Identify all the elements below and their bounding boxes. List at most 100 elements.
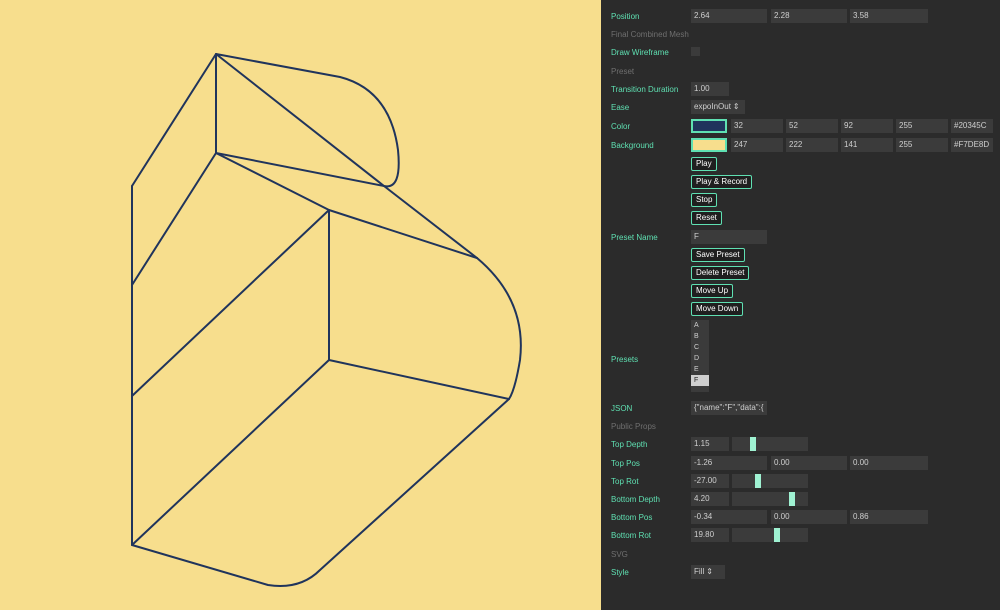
background-label: Background (611, 141, 654, 150)
preset-name-label: Preset Name (611, 233, 658, 242)
transition-label: Transition Duration (611, 85, 679, 94)
ease-label: Ease (611, 103, 630, 112)
bottom-pos-x-field[interactable]: -0.34 (691, 510, 767, 524)
style-label: Style (611, 568, 629, 577)
bottom-depth-field[interactable]: 4.20 (691, 492, 729, 506)
bottom-pos-row: Bottom Pos -0.34 0.00 0.86 (601, 510, 1000, 524)
presets-label: Presets (611, 355, 639, 364)
bottom-rot-label: Bottom Rot (611, 531, 652, 540)
presets-listbox[interactable]: A B C D E F (691, 320, 709, 392)
bottom-depth-row: Bottom Depth 4.20 (601, 492, 1000, 506)
draw-wireframe-checkbox[interactable] (691, 47, 700, 56)
controls-panel: Position 2.64 2.28 3.58 Final Combined M… (601, 0, 1000, 610)
ease-select[interactable]: expoInOut ⇕ (691, 100, 745, 114)
ease-row: Ease expoInOut ⇕ (601, 100, 1000, 114)
wireframe-shape (131, 53, 522, 587)
color-g-field[interactable]: 52 (786, 119, 838, 133)
color-r-field[interactable]: 32 (731, 119, 783, 133)
background-b-field[interactable]: 141 (841, 138, 893, 152)
position-x-field[interactable]: 2.64 (691, 9, 767, 23)
preset-section-label: Preset (611, 67, 635, 76)
top-rot-thumb[interactable] (755, 474, 762, 488)
move-down-button[interactable]: Move Down (691, 302, 744, 316)
background-swatch[interactable] (691, 138, 727, 152)
save-preset-button[interactable]: Save Preset (691, 248, 745, 262)
move-up-button[interactable]: Move Up (691, 284, 734, 298)
list-item[interactable]: C (691, 342, 709, 353)
preset-name-row: Preset Name F (601, 230, 1000, 244)
list-item[interactable]: D (691, 353, 709, 364)
top-pos-label: Top Pos (611, 459, 640, 468)
draw-wireframe-row: Draw Wireframe (601, 45, 1000, 59)
bottom-pos-y-field[interactable]: 0.00 (771, 510, 847, 524)
bottom-rot-slider[interactable] (732, 528, 808, 542)
position-row: Position 2.64 2.28 3.58 (601, 9, 1000, 23)
public-props-row: Public Props (601, 419, 1000, 433)
list-item[interactable]: E (691, 364, 709, 375)
background-g-field[interactable]: 222 (786, 138, 838, 152)
top-pos-row: Top Pos -1.26 0.00 0.00 (601, 456, 1000, 470)
top-rot-label: Top Rot (611, 477, 639, 486)
top-rot-row: Top Rot -27.00 (601, 474, 1000, 488)
top-depth-slider[interactable] (732, 437, 808, 451)
bottom-pos-label: Bottom Pos (611, 513, 653, 522)
transition-row: Transition Duration 1.00 (601, 82, 1000, 96)
position-z-field[interactable]: 3.58 (850, 9, 928, 23)
background-row: Background 247 222 141 255 #F7DE8D (601, 138, 1000, 152)
final-mesh-row: Final Combined Mesh (601, 27, 1000, 41)
background-hex-field[interactable]: #F7DE8D (951, 138, 993, 152)
top-rot-field[interactable]: -27.00 (691, 474, 729, 488)
style-row: Style Fill ⇕ (601, 565, 1000, 579)
bottom-rot-field[interactable]: 19.80 (691, 528, 729, 542)
style-value: Fill (694, 567, 705, 576)
position-y-field[interactable]: 2.28 (771, 9, 847, 23)
color-row: Color 32 52 92 255 #20345C (601, 119, 1000, 133)
json-row: JSON {"name":"F","data":{ (601, 401, 1000, 415)
list-item[interactable]: B (691, 331, 709, 342)
list-item-selected[interactable]: F (691, 375, 709, 386)
color-hex-field[interactable]: #20345C (951, 119, 993, 133)
color-b-field[interactable]: 92 (841, 119, 893, 133)
stop-button[interactable]: Stop (691, 193, 718, 207)
bottom-depth-thumb[interactable] (789, 492, 796, 506)
final-mesh-label: Final Combined Mesh (611, 30, 689, 39)
position-label: Position (611, 12, 640, 21)
updown-arrows-icon: ⇕ (732, 102, 740, 111)
style-select[interactable]: Fill ⇕ (691, 565, 725, 579)
top-pos-y-field[interactable]: 0.00 (771, 456, 847, 470)
top-depth-label: Top Depth (611, 440, 648, 449)
render-canvas[interactable] (0, 0, 601, 610)
reset-button[interactable]: Reset (691, 211, 722, 225)
color-a-field[interactable]: 255 (896, 119, 948, 133)
ease-value: expoInOut (694, 102, 731, 111)
draw-wireframe-label: Draw Wireframe (611, 48, 669, 57)
top-pos-z-field[interactable]: 0.00 (850, 456, 928, 470)
bottom-depth-label: Bottom Depth (611, 495, 660, 504)
list-item[interactable]: A (691, 320, 709, 331)
top-pos-x-field[interactable]: -1.26 (691, 456, 767, 470)
play-button[interactable]: Play (691, 157, 717, 171)
updown-arrows-icon: ⇕ (706, 567, 713, 576)
bottom-rot-thumb[interactable] (774, 528, 780, 542)
color-label: Color (611, 122, 631, 131)
color-swatch[interactable] (691, 119, 727, 133)
preset-section-row: Preset (601, 64, 1000, 78)
play-record-button[interactable]: Play & Record (691, 175, 753, 189)
bottom-depth-slider[interactable] (732, 492, 808, 506)
top-depth-thumb[interactable] (749, 437, 756, 451)
transition-field[interactable]: 1.00 (691, 82, 729, 96)
top-depth-row: Top Depth 1.15 (601, 437, 1000, 451)
json-label: JSON (611, 404, 633, 413)
public-props-label: Public Props (611, 422, 656, 431)
bottom-pos-z-field[interactable]: 0.86 (850, 510, 928, 524)
top-depth-field[interactable]: 1.15 (691, 437, 729, 451)
background-a-field[interactable]: 255 (896, 138, 948, 152)
preset-name-field[interactable]: F (691, 230, 767, 244)
bottom-rot-row: Bottom Rot 19.80 (601, 528, 1000, 542)
background-r-field[interactable]: 247 (731, 138, 783, 152)
top-rot-slider[interactable] (732, 474, 808, 488)
svg-section-label: SVG (611, 550, 628, 559)
svg-section-row: SVG (601, 547, 1000, 561)
delete-preset-button[interactable]: Delete Preset (691, 266, 750, 280)
json-field[interactable]: {"name":"F","data":{ (691, 401, 767, 415)
